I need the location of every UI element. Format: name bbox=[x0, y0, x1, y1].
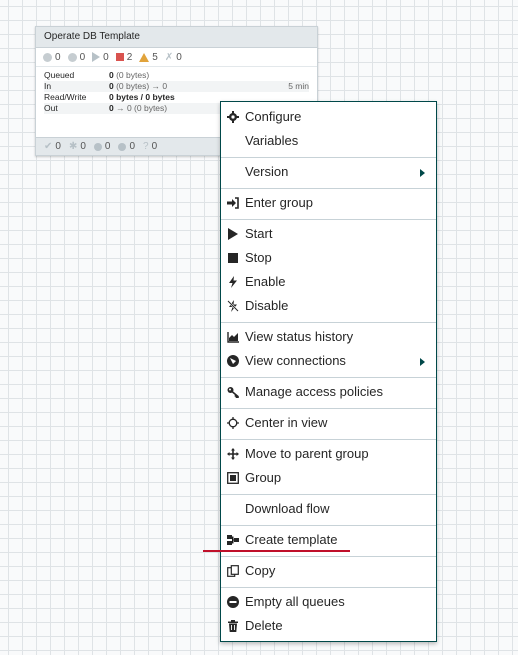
move-arrows-icon bbox=[227, 448, 239, 460]
locally-modified-count: ✱ 0 bbox=[68, 141, 86, 152]
not-transmitting-count: 0 bbox=[67, 52, 85, 63]
disabled-icon: ✗ bbox=[164, 51, 174, 63]
up-to-date-count: ✔ 0 bbox=[44, 141, 61, 152]
play-icon bbox=[228, 228, 238, 240]
context-menu: Configure Variables Version Enter group … bbox=[220, 101, 437, 642]
menu-item-manage-access-policies[interactable]: Manage access policies bbox=[221, 381, 436, 403]
warning-icon bbox=[139, 52, 150, 62]
menu-item-stop[interactable]: Stop bbox=[221, 247, 436, 269]
trash-icon bbox=[228, 620, 238, 632]
disabled-count: ✗ 0 bbox=[164, 51, 182, 63]
menu-separator bbox=[221, 556, 436, 557]
menu-item-disable[interactable]: Disable bbox=[221, 295, 436, 317]
crosshair-icon bbox=[227, 417, 239, 429]
minus-circle-icon bbox=[227, 596, 239, 608]
menu-separator bbox=[221, 494, 436, 495]
alert-icon bbox=[118, 142, 127, 151]
menu-item-start[interactable]: Start bbox=[221, 223, 436, 245]
menu-item-view-connections[interactable]: View connections bbox=[221, 350, 436, 372]
menu-separator bbox=[221, 525, 436, 526]
transmitting-count: 0 bbox=[43, 52, 61, 63]
stale-count: 0 bbox=[93, 141, 110, 152]
lightning-icon bbox=[229, 276, 237, 288]
process-group-title: Operate DB Template bbox=[36, 27, 317, 48]
menu-item-enter-group[interactable]: Enter group bbox=[221, 192, 436, 214]
key-icon bbox=[227, 387, 239, 398]
question-icon: ? bbox=[143, 141, 149, 152]
menu-item-version[interactable]: Version bbox=[221, 161, 436, 183]
menu-item-create-template[interactable]: Create template bbox=[221, 529, 436, 551]
menu-separator bbox=[221, 219, 436, 220]
menu-separator bbox=[221, 157, 436, 158]
submenu-arrow-icon bbox=[420, 169, 425, 177]
compass-icon bbox=[227, 355, 239, 367]
disable-lightning-icon bbox=[227, 300, 239, 312]
menu-item-move-to-parent-group[interactable]: Move to parent group bbox=[221, 443, 436, 465]
not-transmitting-icon bbox=[67, 52, 77, 62]
asterisk-icon: ✱ bbox=[68, 141, 78, 152]
menu-item-center-in-view[interactable]: Center in view bbox=[221, 412, 436, 434]
menu-separator bbox=[221, 587, 436, 588]
annotation-underline bbox=[203, 550, 350, 552]
menu-item-copy[interactable]: Copy bbox=[221, 560, 436, 582]
menu-item-view-status-history[interactable]: View status history bbox=[221, 326, 436, 348]
stopped-icon bbox=[115, 53, 124, 61]
group-icon bbox=[227, 472, 239, 484]
menu-item-download-flow[interactable]: Download flow bbox=[221, 498, 436, 520]
menu-separator bbox=[221, 377, 436, 378]
invalid-count: 5 bbox=[139, 52, 158, 63]
menu-item-configure[interactable]: Configure bbox=[221, 106, 436, 128]
menu-item-enable[interactable]: Enable bbox=[221, 271, 436, 293]
running-count: 0 bbox=[92, 52, 109, 63]
stopped-count: 2 bbox=[115, 52, 132, 63]
transmitting-icon bbox=[43, 52, 52, 62]
menu-separator bbox=[221, 408, 436, 409]
enter-icon bbox=[227, 197, 239, 209]
menu-item-variables[interactable]: Variables bbox=[221, 130, 436, 152]
gear-icon bbox=[227, 111, 239, 123]
sync-failure-count: ? 0 bbox=[143, 141, 158, 152]
process-group-status-bar: 0 0 0 2 5 ✗ 0 bbox=[36, 48, 317, 67]
template-icon bbox=[227, 535, 239, 545]
stat-row-in: In 0 (0 bytes) → 0 5 min bbox=[44, 81, 309, 92]
stale-icon bbox=[93, 142, 102, 151]
submenu-arrow-icon bbox=[420, 358, 425, 366]
stop-icon bbox=[228, 253, 238, 263]
modified-stale-count: 0 bbox=[118, 141, 135, 152]
check-icon: ✔ bbox=[44, 141, 53, 152]
menu-item-empty-all-queues[interactable]: Empty all queues bbox=[221, 591, 436, 613]
area-chart-icon bbox=[227, 332, 239, 343]
running-icon bbox=[92, 52, 101, 62]
copy-icon bbox=[227, 565, 239, 577]
menu-separator bbox=[221, 439, 436, 440]
menu-separator bbox=[221, 322, 436, 323]
menu-item-group[interactable]: Group bbox=[221, 467, 436, 489]
menu-item-delete[interactable]: Delete bbox=[221, 615, 436, 637]
stat-row-queued: Queued 0 (0 bytes) bbox=[44, 70, 150, 80]
menu-separator bbox=[221, 188, 436, 189]
